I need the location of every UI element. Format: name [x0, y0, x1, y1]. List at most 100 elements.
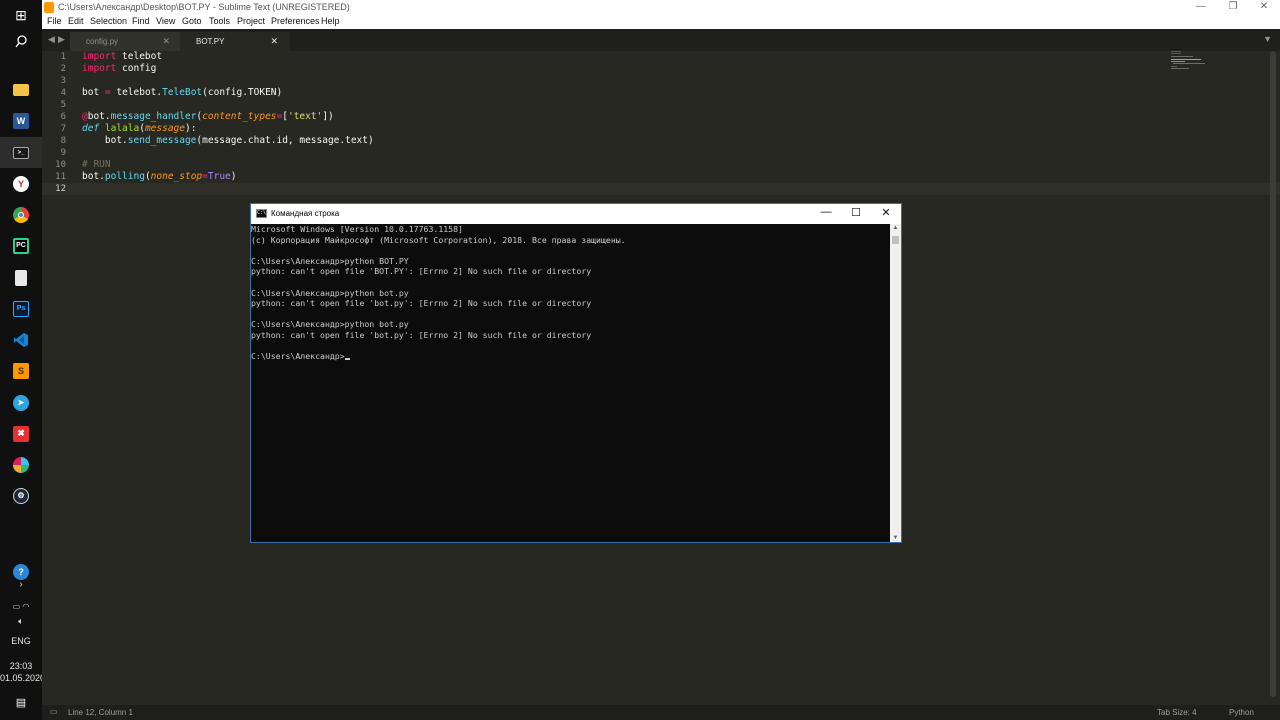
taskbar-chrome[interactable] [0, 199, 42, 230]
code-line: # RUN [82, 159, 111, 170]
action-center-button[interactable]: ▤ [0, 691, 42, 713]
menu-goto[interactable]: Goto [182, 16, 202, 26]
parameter: none_stop [150, 171, 203, 182]
volume-control[interactable]: 🔈︎ [0, 612, 42, 630]
tab-config-py[interactable]: config.py ✕ [70, 32, 182, 51]
show-hidden-icons-button[interactable]: › [0, 574, 42, 594]
input-language[interactable]: ENG [0, 636, 42, 646]
slack-icon [13, 456, 29, 473]
search-button[interactable] [0, 26, 42, 57]
clock-time[interactable]: 23:03 [0, 661, 42, 671]
code-text: bot. [82, 171, 105, 182]
cmd-window-title: Командная строка [271, 209, 340, 218]
code-text: config [116, 63, 157, 74]
tab-back-arrow-icon[interactable]: ◀ [48, 34, 55, 45]
line-number: 1 [60, 52, 66, 62]
cmd-console-output[interactable]: Microsoft Windows [Version 10.0.17763.11… [251, 224, 889, 542]
tab-close-icon[interactable]: ✕ [270, 36, 278, 47]
taskbar-sublime-text[interactable]: S [0, 355, 42, 386]
line-number: 5 [60, 100, 66, 110]
maximize-button[interactable]: ❐ [1218, 0, 1248, 15]
menu-edit[interactable]: Edit [68, 16, 84, 26]
cmd-minimize-button[interactable]: — [811, 206, 841, 218]
syntax-selector[interactable]: Python [1229, 708, 1254, 717]
menu-find[interactable]: Find [132, 16, 150, 26]
notification-icon: ▤ [15, 696, 27, 709]
taskbar-xmind[interactable]: ✖ [0, 418, 42, 449]
text-cursor [344, 358, 350, 361]
taskbar-yandex-browser[interactable]: Y [0, 168, 42, 199]
scroll-up-arrow-icon[interactable]: ▲ [890, 225, 901, 231]
editor-scrollbar[interactable] [1270, 51, 1276, 705]
code-text: bot. [87, 111, 111, 122]
function-call: TeleBot [162, 87, 203, 98]
cmd-close-button[interactable]: ✕ [871, 206, 901, 219]
sublime-app-icon [44, 2, 54, 13]
tab-size[interactable]: Tab Size: 4 [1157, 708, 1197, 717]
menu-help[interactable]: Help [321, 16, 340, 26]
taskbar-slack[interactable] [0, 449, 42, 480]
close-button[interactable]: ✕ [1249, 0, 1279, 15]
menu-project[interactable]: Project [237, 16, 265, 26]
taskbar-photoshop[interactable]: Ps [0, 293, 42, 324]
taskbar-file-explorer[interactable] [0, 74, 42, 105]
speaker-icon: 🔈︎ [18, 615, 24, 626]
code-line: bot = telebot.TeleBot(config.TOKEN) [82, 87, 282, 98]
keyword: import [82, 63, 117, 74]
taskbar-notepad[interactable] [0, 262, 42, 293]
tab-bot-py[interactable]: BOT.PY ✕ [180, 32, 290, 51]
console-line: python: can't open file 'bot.py': [Errno… [251, 298, 592, 309]
code-text: ]) [322, 111, 334, 122]
taskbar-telegram[interactable]: ➤ [0, 387, 42, 418]
cmd-scrollbar[interactable]: ▲ ▼ [890, 224, 901, 542]
constant: True [207, 171, 231, 182]
taskbar-steam[interactable]: ⚙ [0, 480, 42, 511]
tab-forward-arrow-icon[interactable]: ▶ [58, 34, 65, 45]
menu-view[interactable]: View [156, 16, 175, 26]
scrollbar-thumb[interactable] [1270, 51, 1276, 697]
line-number: 11 [55, 172, 66, 182]
code-line: def lalala(message): [82, 123, 196, 134]
chevron-right-icon: › [19, 578, 23, 590]
cmd-maximize-button[interactable]: ☐ [841, 206, 871, 219]
function-call: polling [104, 171, 145, 182]
title-bar[interactable]: C:\Users\Александр\Desktop\BOT.PY - Subl… [42, 0, 1280, 15]
taskbar-command-prompt[interactable]: >_ [0, 137, 42, 168]
menu-selection[interactable]: Selection [90, 16, 127, 26]
tab-close-icon[interactable]: ✕ [162, 36, 170, 47]
code-text: telebot [116, 51, 163, 62]
windows-logo-icon: ⊞ [15, 7, 27, 23]
photoshop-icon: Ps [13, 300, 29, 317]
tab-label: config.py [86, 37, 119, 46]
menu-preferences[interactable]: Preferences [271, 16, 320, 26]
cmd-scrollbar-thumb[interactable] [892, 236, 899, 244]
steam-icon: ⚙ [13, 487, 29, 504]
line-number: 6 [60, 112, 66, 122]
keyword: import [82, 51, 117, 62]
string: 'text' [287, 111, 323, 122]
windows-taskbar: ⊞ W >_ Y PC Ps S ➤ ✖ ⚙ ? › ▭ ◠ 🔈︎ ENG 23… [0, 0, 45, 720]
line-number: 10 [55, 160, 66, 170]
code-line: bot.polling(none_stop=True) [82, 171, 237, 182]
minimize-button[interactable]: — [1186, 0, 1216, 15]
taskbar-vscode[interactable] [0, 324, 42, 355]
parameter: message [144, 123, 185, 134]
comment: # RUN [82, 159, 111, 170]
cmd-title-bar[interactable]: C:\ Командная строка — ☐ ✕ [251, 204, 901, 224]
taskbar-pycharm[interactable]: PC [0, 230, 42, 261]
tab-list-chevron-icon[interactable]: ▼ [1263, 34, 1272, 44]
console-prompt: C:\Users\Александр> [251, 351, 345, 362]
minimap[interactable] [1167, 51, 1247, 91]
taskbar-word[interactable]: W [0, 105, 42, 136]
menu-file[interactable]: File [47, 16, 62, 26]
status-bar: ▭ Line 12, Column 1 Tab Size: 4 Python [42, 705, 1280, 720]
console-line: python: can't open file 'bot.py': [Errno… [251, 330, 592, 340]
menu-tools[interactable]: Tools [209, 16, 230, 26]
line-number: 12 [55, 184, 66, 194]
scroll-down-arrow-icon[interactable]: ▼ [890, 535, 901, 541]
code-text: telebot. [110, 87, 163, 98]
clock-date[interactable]: 01.05.2020 [0, 673, 45, 683]
panel-toggle-icon[interactable]: ▭ [50, 707, 58, 716]
xmind-icon: ✖ [13, 425, 29, 442]
keyword: def [82, 123, 100, 134]
